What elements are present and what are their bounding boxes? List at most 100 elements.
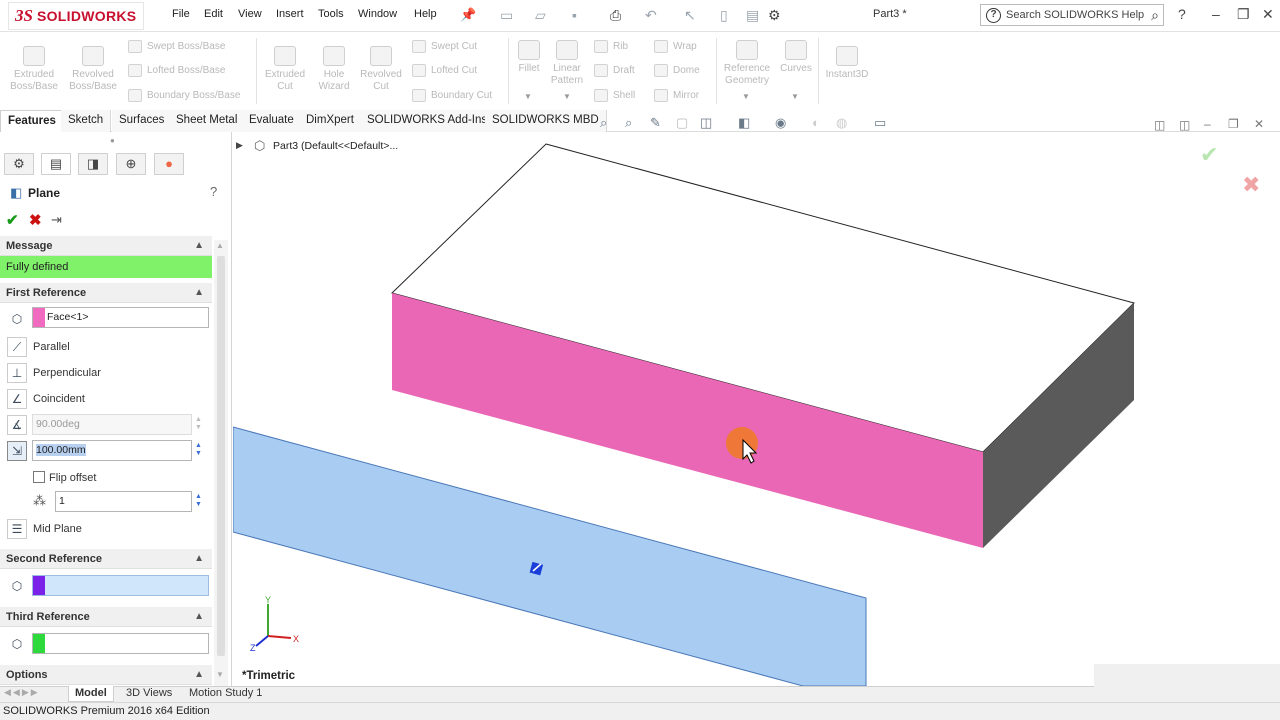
file-properties-icon[interactable]: ▤ [746, 7, 759, 24]
instant3d-button[interactable]: Instant3D [822, 46, 872, 81]
zoom-to-fit-icon[interactable]: ⌕ [600, 115, 607, 131]
first-reference-selection-box[interactable]: Face<1> [32, 307, 209, 328]
tab-sketch[interactable]: Sketch [61, 110, 112, 132]
lofted-boss-button[interactable]: Lofted Boss/Base [128, 64, 225, 77]
menu-help[interactable]: Help [414, 8, 437, 20]
parallel-icon[interactable]: ⟋ [7, 337, 27, 357]
reference-geometry-dropdown-icon[interactable]: ▼ [742, 92, 750, 101]
reference-geometry-button[interactable]: Reference Geometry [720, 40, 774, 87]
wrap-button[interactable]: Wrap [654, 40, 697, 53]
pattern-dropdown-icon[interactable]: ▼ [563, 92, 571, 101]
menu-tools[interactable]: Tools [318, 8, 344, 20]
menu-edit[interactable]: Edit [204, 8, 223, 20]
lofted-cut-button[interactable]: Lofted Cut [412, 64, 477, 77]
tab-features[interactable]: Features [0, 110, 64, 132]
angle-input[interactable]: 90.00deg [32, 414, 192, 435]
viewport-close-icon[interactable]: ✕ [1254, 117, 1264, 131]
tab-surfaces[interactable]: Surfaces [112, 110, 173, 132]
tab-configuration-manager[interactable]: ◨ [78, 153, 108, 175]
edit-appearance-icon[interactable]: ◐ [812, 115, 820, 130]
viewport-minimize-icon[interactable]: – [1204, 117, 1211, 131]
menu-file[interactable]: File [172, 8, 190, 20]
tab-addins[interactable]: SOLIDWORKS Add-Ins [360, 110, 496, 132]
extruded-boss-button[interactable]: Extruded Boss/Base [8, 46, 60, 93]
help-question-icon[interactable]: ? [210, 184, 217, 199]
fillet-dropdown-icon[interactable]: ▼ [524, 92, 532, 101]
offset-distance-icon[interactable]: ⇲ [7, 441, 27, 461]
menu-view[interactable]: View [238, 8, 262, 20]
tab-3d-views[interactable]: 3D Views [120, 686, 178, 702]
feature-tree-root[interactable]: Part3 (Default<<Default>... [273, 140, 398, 152]
panel-scrollbar[interactable] [214, 240, 228, 686]
tab-evaluate[interactable]: Evaluate [242, 110, 302, 132]
panel-splitter-handle[interactable]: ● [110, 136, 115, 145]
view-orientation-icon[interactable]: ◫ [700, 115, 712, 131]
revolved-boss-button[interactable]: Revolved Boss/Base [66, 46, 120, 93]
tab-property-manager[interactable]: ▤ [41, 153, 71, 175]
zoom-to-area-icon[interactable]: ⌕ [625, 115, 632, 131]
graphics-viewport[interactable]: Y X Z ✔ ✖ [233, 133, 1280, 686]
search-input[interactable]: ? Search SOLIDWORKS Help ⌕ [980, 4, 1164, 26]
scrollbar-thumb[interactable] [217, 256, 225, 656]
tab-dimxpert[interactable]: DimXpert [299, 110, 362, 132]
tab-display-manager[interactable]: ● [154, 153, 184, 175]
extruded-cut-button[interactable]: Extruded Cut [260, 46, 310, 93]
rib-button[interactable]: Rib [594, 40, 628, 53]
third-reference-header[interactable]: Third Reference ▲ [0, 607, 212, 627]
tab-mbd[interactable]: SOLIDWORKS MBD [485, 110, 607, 132]
second-reference-header[interactable]: Second Reference ▲ [0, 549, 212, 569]
pushpin-icon[interactable]: 📌 [460, 7, 476, 23]
angle-icon[interactable]: ∡ [7, 415, 27, 435]
view-settings-icon[interactable]: ▭ [874, 115, 886, 131]
scroll-up-icon[interactable]: ▲ [216, 241, 224, 250]
new-document-icon[interactable]: ▭ [500, 7, 513, 24]
swept-cut-button[interactable]: Swept Cut [412, 40, 477, 53]
print-icon[interactable]: ⎙ [610, 7, 621, 24]
tab-sheet-metal[interactable]: Sheet Metal [169, 110, 246, 132]
fillet-button[interactable]: Fillet [512, 40, 546, 75]
hide-show-items-icon[interactable]: ◉ [775, 115, 786, 131]
tab-motion-study[interactable]: Motion Study 1 [183, 686, 268, 702]
search-icon[interactable]: ⌕ [1151, 7, 1159, 24]
number-of-planes-input[interactable]: 1 [55, 491, 192, 512]
viewport-tile-right-icon[interactable]: ◫ [1179, 118, 1190, 132]
rebuild-icon[interactable]: ▯ [720, 7, 728, 24]
flip-offset-label[interactable]: Flip offset [49, 472, 97, 484]
close-icon[interactable]: ✕ [1262, 6, 1274, 23]
instances-spinner-icon[interactable]: ▲ ▼ [195, 493, 202, 509]
tab-dimxpert-manager[interactable]: ⊕ [116, 153, 146, 175]
distance-spinner-icon[interactable]: ▲ ▼ [195, 442, 202, 458]
save-icon[interactable]: ▪ [572, 7, 577, 23]
parallel-option[interactable]: Parallel [33, 341, 70, 353]
first-reference-header[interactable]: First Reference ▲ [0, 283, 212, 303]
cancel-x-icon[interactable]: ✖ [29, 211, 42, 229]
curves-dropdown-icon[interactable]: ▼ [791, 92, 799, 101]
viewport-restore-icon[interactable]: ❐ [1228, 117, 1239, 131]
shell-button[interactable]: Shell [594, 89, 635, 102]
third-reference-selection-box[interactable] [32, 633, 209, 654]
confirm-cancel-icon[interactable]: ✖ [1242, 173, 1260, 198]
second-reference-selection-box[interactable] [32, 575, 209, 596]
angle-spinner-icon[interactable]: ▲ ▼ [195, 416, 202, 432]
display-style-icon[interactable]: ◧ [738, 115, 750, 131]
ok-checkmark-icon[interactable]: ✔ [6, 211, 19, 229]
menu-insert[interactable]: Insert [276, 8, 304, 20]
linear-pattern-button[interactable]: Linear Pattern [546, 40, 588, 87]
open-document-icon[interactable]: ▱ [535, 7, 546, 24]
hole-wizard-button[interactable]: Hole Wizard [312, 46, 356, 93]
draft-button[interactable]: Draft [594, 64, 635, 77]
options-gear-icon[interactable]: ⚙ [768, 7, 781, 24]
restore-icon[interactable]: ❐ [1237, 6, 1250, 23]
select-icon[interactable]: ↖ [684, 7, 696, 24]
curves-button[interactable]: Curves [778, 40, 814, 75]
scroll-down-icon[interactable]: ▼ [216, 670, 224, 679]
tree-expand-arrow-icon[interactable]: ▶ [236, 140, 243, 151]
menu-window[interactable]: Window [358, 8, 397, 20]
section-view-icon[interactable]: ▢ [676, 115, 688, 131]
minimize-icon[interactable]: – [1212, 6, 1220, 22]
solidworks-logo[interactable]: 3S SOLIDWORKS [8, 2, 144, 30]
mirror-button[interactable]: Mirror [654, 89, 699, 102]
perpendicular-icon[interactable]: ⊥ [7, 363, 27, 383]
mid-plane-option[interactable]: Mid Plane [33, 523, 82, 535]
viewport-tile-left-icon[interactable]: ◫ [1154, 118, 1165, 132]
